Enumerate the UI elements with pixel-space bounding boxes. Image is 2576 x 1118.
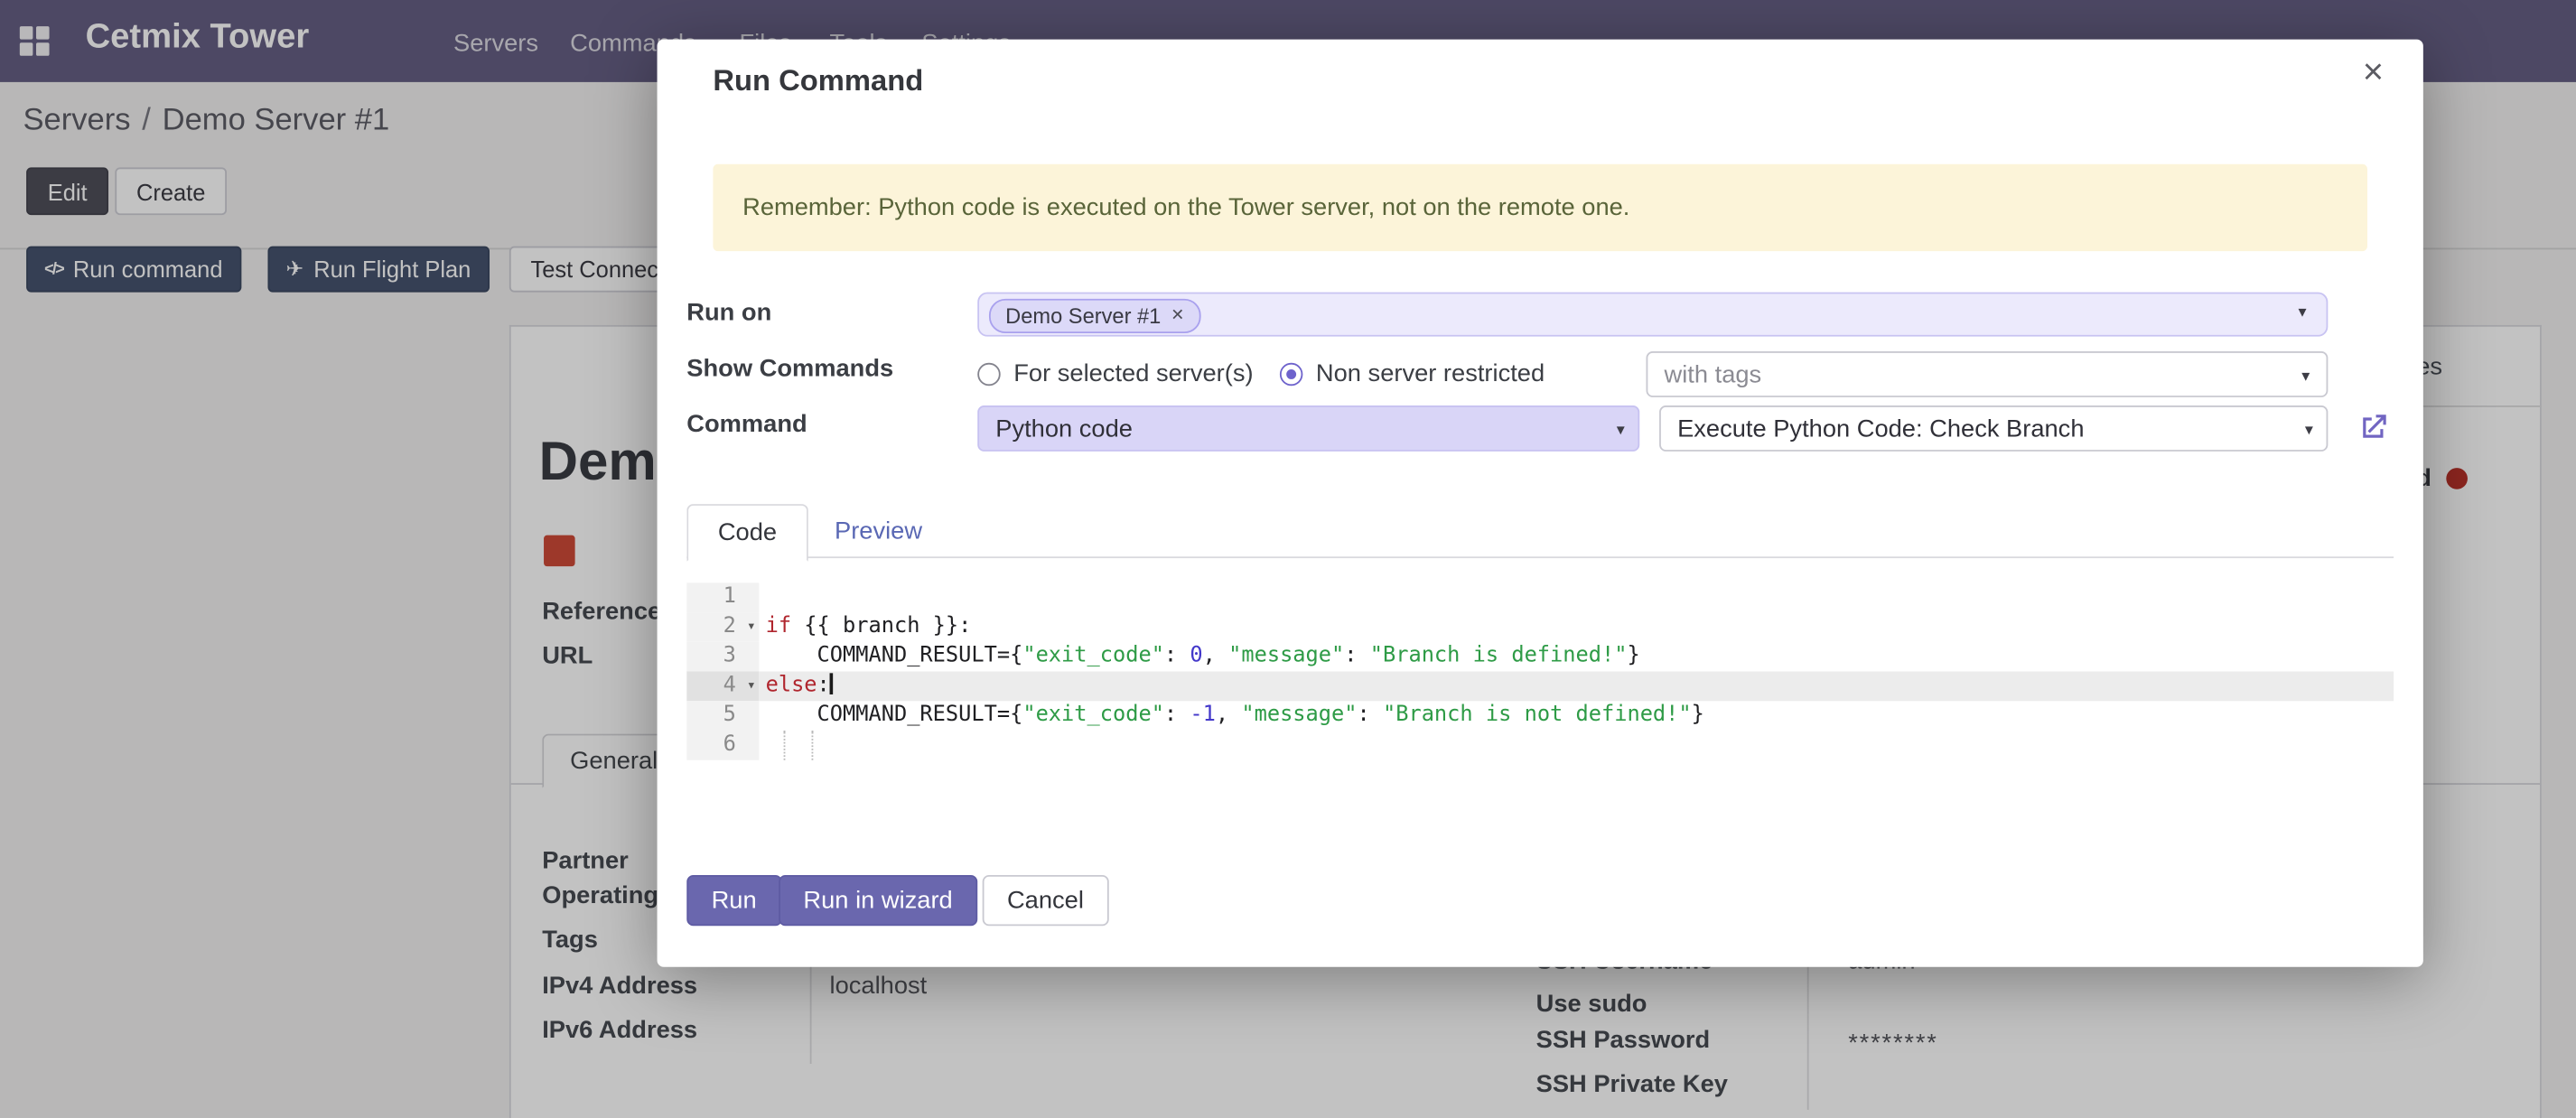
- tab-preview-label: Preview: [835, 517, 922, 545]
- radio-label-non-restricted: Non server restricted: [1316, 359, 1545, 387]
- code-line[interactable]: 1: [686, 582, 2394, 612]
- tab-preview[interactable]: Preview: [815, 504, 942, 558]
- code-line[interactable]: 6: [686, 731, 2394, 760]
- line-number: 3: [686, 642, 759, 672]
- code-line[interactable]: 2▾if {{ branch }}:: [686, 612, 2394, 642]
- modal-title: Run Command: [713, 64, 923, 98]
- radio-non-server-restricted[interactable]: Non server restricted: [1280, 351, 1545, 396]
- code-line-text[interactable]: else:: [759, 672, 2394, 702]
- command-label: Command: [686, 410, 807, 438]
- chevron-down-icon: ▾: [2305, 422, 2313, 440]
- command-record-select[interactable]: Execute Python Code: Check Branch ▾: [1659, 405, 2328, 452]
- cancel-button[interactable]: Cancel: [983, 875, 1109, 926]
- close-icon[interactable]: ×: [2353, 52, 2394, 92]
- line-number: 6: [686, 731, 759, 760]
- external-link-icon[interactable]: [2356, 410, 2390, 444]
- warning-alert-text: Remember: Python code is executed on the…: [742, 194, 1629, 222]
- show-commands-label: Show Commands: [686, 355, 893, 383]
- chevron-down-icon: ▾: [1617, 422, 1625, 440]
- fold-icon[interactable]: ▾: [747, 672, 756, 702]
- server-tag-label: Demo Server #1: [1005, 303, 1161, 328]
- radio-for-selected-servers[interactable]: For selected server(s): [977, 351, 1253, 396]
- chevron-down-icon: ▾: [2301, 368, 2310, 386]
- command-type-select[interactable]: Python code ▾: [977, 405, 1639, 452]
- with-tags-select[interactable]: with tags ▾: [1647, 351, 2329, 397]
- tab-code-label: Code: [718, 518, 777, 546]
- code-line-text[interactable]: COMMAND_RESULT={"exit_code": 0, "message…: [759, 642, 2394, 672]
- radio-icon-unselected[interactable]: [977, 362, 1000, 385]
- code-line[interactable]: 5 COMMAND_RESULT={"exit_code": -1, "mess…: [686, 701, 2394, 731]
- code-editor[interactable]: 12▾if {{ branch }}:3 COMMAND_RESULT={"ex…: [686, 582, 2394, 759]
- run-on-field[interactable]: Demo Server #1 ✕ ▾: [977, 293, 2328, 337]
- fold-icon[interactable]: ▾: [747, 612, 756, 642]
- code-line-text[interactable]: if {{ branch }}:: [759, 612, 2394, 642]
- line-number: 4▾: [686, 672, 759, 702]
- run-in-wizard-button[interactable]: Run in wizard: [779, 875, 977, 926]
- text-cursor: [830, 673, 834, 694]
- warning-alert: Remember: Python code is executed on the…: [713, 164, 2367, 251]
- command-record-value: Execute Python Code: Check Branch: [1677, 415, 2084, 443]
- radio-label-selected-servers: For selected server(s): [1013, 359, 1253, 387]
- line-number: 5: [686, 701, 759, 731]
- application-window: Cetmix Tower Servers Commands Files Tool…: [0, 0, 2576, 1118]
- tag-remove-icon[interactable]: ✕: [1171, 307, 1184, 325]
- tab-code[interactable]: Code: [686, 504, 807, 562]
- tab-underline: [686, 556, 2394, 558]
- line-number: 2▾: [686, 612, 759, 642]
- code-line-text[interactable]: COMMAND_RESULT={"exit_code": -1, "messag…: [759, 701, 2394, 731]
- code-line-text[interactable]: [759, 582, 2394, 612]
- code-line[interactable]: 4▾else:: [686, 672, 2394, 702]
- line-number: 1: [686, 582, 759, 612]
- run-command-modal: Run Command × Remember: Python code is e…: [658, 40, 2423, 967]
- code-line-text[interactable]: [759, 731, 2394, 760]
- with-tags-placeholder: with tags: [1665, 360, 1762, 388]
- server-tag[interactable]: Demo Server #1 ✕: [989, 299, 1201, 333]
- radio-icon-selected[interactable]: [1280, 362, 1302, 385]
- indent-guide: [784, 731, 786, 760]
- indent-guide: [812, 731, 814, 760]
- run-button[interactable]: Run: [686, 875, 781, 926]
- run-on-label: Run on: [686, 299, 771, 327]
- chevron-down-icon[interactable]: ▾: [2299, 303, 2307, 321]
- code-line[interactable]: 3 COMMAND_RESULT={"exit_code": 0, "messa…: [686, 642, 2394, 672]
- command-type-value: Python code: [995, 415, 1133, 443]
